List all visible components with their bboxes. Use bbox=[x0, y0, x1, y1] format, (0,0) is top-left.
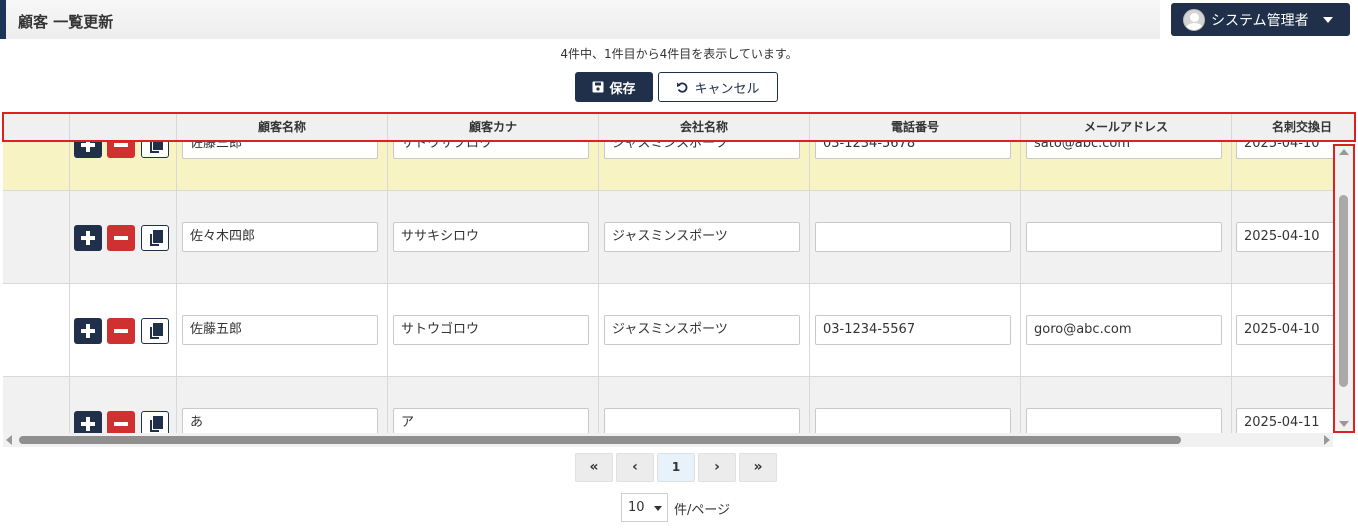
delete-row-button[interactable] bbox=[107, 142, 135, 158]
scroll-left-icon[interactable] bbox=[6, 435, 12, 445]
grid-body: 佐藤三郎 サトウサブロウ ジャスミンスポーツ 03-1234-5678 sato… bbox=[3, 142, 1333, 433]
column-header[interactable]: メールアドレス bbox=[1020, 113, 1231, 142]
insert-row-button[interactable] bbox=[74, 318, 102, 344]
email-field[interactable] bbox=[1026, 222, 1222, 252]
card-exchange-date-field[interactable]: 2025-04-10 bbox=[1236, 315, 1333, 345]
card-exchange-date-field[interactable]: 2025-04-10 bbox=[1236, 222, 1333, 252]
horizontal-scroll-thumb[interactable] bbox=[19, 436, 1181, 444]
delete-row-button[interactable] bbox=[107, 318, 135, 344]
column-header[interactable]: 会社名称 bbox=[598, 113, 809, 142]
customer-kana-field[interactable]: サトウゴロウ bbox=[393, 315, 589, 345]
horizontal-scrollbar[interactable] bbox=[3, 433, 1333, 447]
company-name-field[interactable]: ジャスミンスポーツ bbox=[604, 142, 800, 159]
column-header[interactable]: 顧客カナ bbox=[387, 113, 598, 142]
title-bar: 顧客 一覧更新 bbox=[0, 0, 1160, 39]
phone-field[interactable]: 03-1234-5678 bbox=[815, 142, 1011, 159]
copy-row-button[interactable] bbox=[141, 142, 169, 158]
delete-row-button[interactable] bbox=[107, 225, 135, 251]
user-name: システム管理者 bbox=[1211, 12, 1309, 29]
scroll-right-icon[interactable] bbox=[1324, 435, 1330, 445]
company-name-field[interactable]: ジャスミンスポーツ bbox=[604, 315, 800, 345]
customer-name-field[interactable]: 佐藤五郎 bbox=[182, 315, 378, 345]
phone-field[interactable] bbox=[815, 222, 1011, 252]
copy-row-button[interactable] bbox=[141, 318, 169, 344]
email-field[interactable] bbox=[1026, 408, 1222, 433]
customer-name-field[interactable]: 佐藤三郎 bbox=[182, 142, 378, 159]
copy-row-button[interactable] bbox=[141, 411, 169, 433]
last-page-button[interactable]: » bbox=[739, 453, 777, 482]
card-exchange-date-field[interactable]: 2025-04-10 bbox=[1236, 142, 1333, 159]
phone-field[interactable] bbox=[815, 408, 1011, 433]
table-row: あ ア 2025-04-11 bbox=[3, 377, 1333, 433]
vertical-scrollbar[interactable] bbox=[1334, 145, 1354, 432]
record-summary: 4件中、1件目から4件目を表示しています。 bbox=[560, 47, 798, 61]
header-actions bbox=[69, 113, 176, 142]
user-avatar-icon bbox=[1183, 8, 1205, 31]
table-row: 佐藤三郎 サトウサブロウ ジャスミンスポーツ 03-1234-5678 sato… bbox=[3, 142, 1333, 191]
minus-icon bbox=[114, 236, 128, 240]
copy-row-button[interactable] bbox=[141, 225, 169, 251]
prev-page-button[interactable]: ‹ bbox=[616, 453, 654, 482]
save-icon bbox=[592, 81, 604, 93]
insert-row-button[interactable] bbox=[74, 411, 102, 433]
customer-name-field[interactable]: 佐々木四郎 bbox=[182, 222, 378, 252]
customer-name-field[interactable]: あ bbox=[182, 408, 378, 433]
minus-icon bbox=[114, 329, 128, 333]
company-name-field[interactable]: ジャスミンスポーツ bbox=[604, 222, 800, 252]
customer-kana-field[interactable]: ササキシロウ bbox=[393, 222, 589, 252]
vertical-scroll-thumb[interactable] bbox=[1339, 195, 1348, 387]
save-button[interactable]: 保存 bbox=[575, 72, 653, 102]
first-page-button[interactable]: « bbox=[575, 453, 613, 482]
user-menu-button[interactable]: システム管理者 bbox=[1171, 3, 1350, 36]
insert-row-button[interactable] bbox=[74, 142, 102, 158]
customer-kana-field[interactable]: ア bbox=[393, 408, 589, 433]
table-row: 佐藤五郎 サトウゴロウ ジャスミンスポーツ 03-1234-5567 goro@… bbox=[3, 284, 1333, 377]
page-size-label: 件/ページ bbox=[674, 503, 731, 518]
minus-icon bbox=[114, 422, 128, 426]
insert-row-button[interactable] bbox=[74, 225, 102, 251]
header-blank bbox=[3, 113, 69, 142]
chevron-down-icon bbox=[1322, 16, 1333, 23]
page-size-select[interactable]: 10 bbox=[621, 493, 668, 522]
scroll-down-icon[interactable] bbox=[1339, 421, 1349, 427]
chevron-down-icon bbox=[654, 506, 662, 511]
delete-row-button[interactable] bbox=[107, 411, 135, 433]
table-row: 佐々木四郎 ササキシロウ ジャスミンスポーツ 2025-04-10 bbox=[3, 191, 1333, 284]
column-header[interactable]: 電話番号 bbox=[809, 113, 1020, 142]
save-label: 保存 bbox=[609, 81, 636, 97]
customer-grid: 顧客名称 顧客カナ 会社名称 電話番号 メールアドレス 名刺交換日 佐藤三郎 サ… bbox=[3, 113, 1355, 433]
grid-header: 顧客名称 顧客カナ 会社名称 電話番号 メールアドレス 名刺交換日 bbox=[3, 113, 1355, 142]
next-page-button[interactable]: › bbox=[698, 453, 736, 482]
scroll-up-icon[interactable] bbox=[1339, 149, 1349, 155]
company-name-field[interactable] bbox=[604, 408, 800, 433]
cancel-button[interactable]: キャンセル bbox=[658, 72, 778, 102]
cancel-label: キャンセル bbox=[694, 81, 760, 97]
minus-icon bbox=[114, 143, 128, 147]
column-header[interactable]: 名刺交換日 bbox=[1231, 113, 1355, 142]
customer-kana-field[interactable]: サトウサブロウ bbox=[393, 142, 589, 159]
current-page-button[interactable]: 1 bbox=[657, 453, 695, 482]
phone-field[interactable]: 03-1234-5567 bbox=[815, 315, 1011, 345]
email-field[interactable]: sato@abc.com bbox=[1026, 142, 1222, 159]
column-header[interactable]: 顧客名称 bbox=[176, 113, 387, 142]
pagination: « ‹ 1 › » bbox=[575, 453, 777, 482]
card-exchange-date-field[interactable]: 2025-04-11 bbox=[1236, 408, 1333, 433]
page-size-value: 10 bbox=[628, 500, 645, 515]
page-title: 顧客 一覧更新 bbox=[18, 13, 114, 31]
undo-icon bbox=[677, 81, 688, 93]
email-field[interactable]: goro@abc.com bbox=[1026, 315, 1222, 345]
